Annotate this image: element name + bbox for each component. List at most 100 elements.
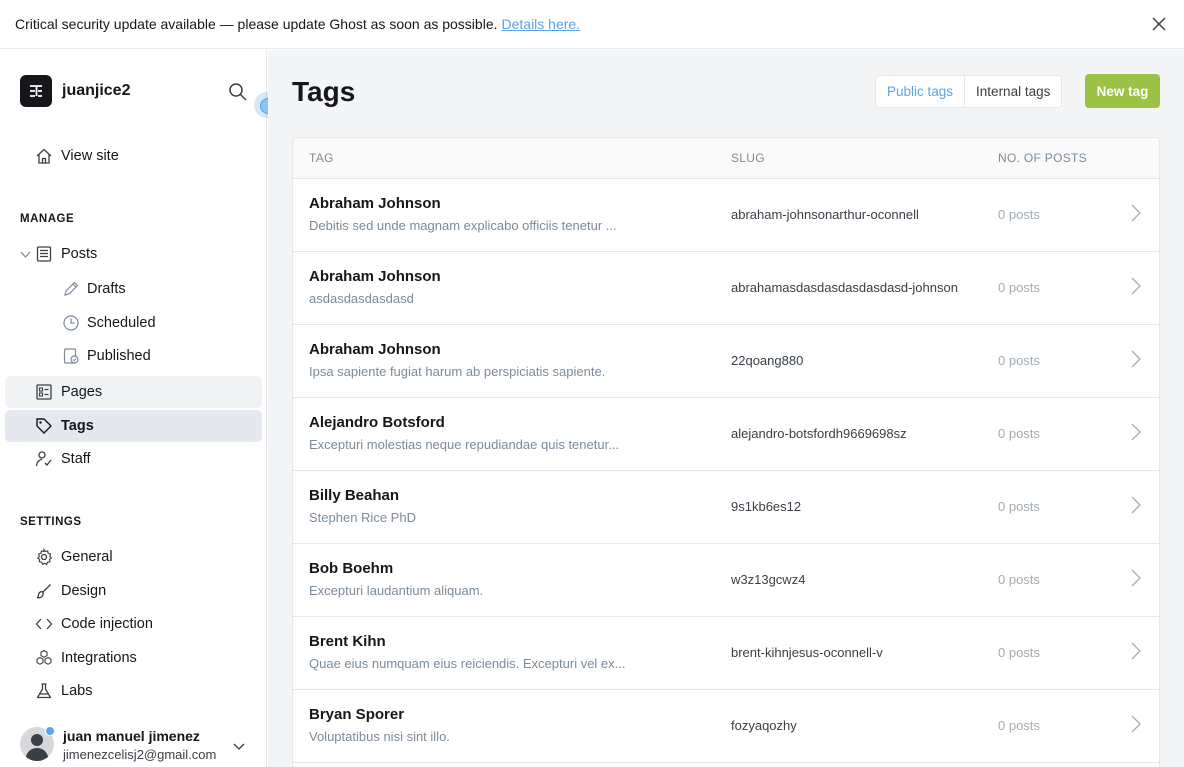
pencil-icon (64, 281, 79, 296)
flask-icon (36, 683, 52, 699)
drafts-label: Drafts (87, 281, 126, 297)
page-title: Tags (292, 76, 356, 107)
tag-post-count: 0 posts (998, 572, 1040, 587)
tag-post-count: 0 posts (998, 353, 1040, 368)
table-row[interactable]: Billy Beahan Stephen Rice PhD 9s1kb6es12… (293, 471, 1159, 544)
tag-post-count: 0 posts (998, 426, 1040, 441)
alert-details-link[interactable]: Details here. (502, 16, 581, 32)
sidebar-item-tags[interactable]: Tags (5, 410, 262, 442)
main-content: Tags Public tags Internal tags New tag T… (268, 50, 1184, 767)
column-header-slug: SLUG (731, 151, 765, 165)
sidebar-item-integrations[interactable]: Integrations (5, 642, 262, 674)
tag-description: Stephen Rice PhD (309, 510, 416, 525)
sidebar-item-labs[interactable]: Labs (5, 675, 262, 707)
settings-section-title: SETTINGS (20, 516, 82, 528)
security-alert-banner: Critical security update available — ple… (0, 0, 1184, 49)
tag-name: Bryan Sporer (309, 706, 405, 723)
site-logo-icon (20, 75, 52, 107)
tag-name: Brent Kihn (309, 633, 386, 650)
design-label: Design (61, 583, 107, 599)
table-row[interactable]: Alejandro Botsford Excepturi molestias n… (293, 398, 1159, 471)
chevron-right-icon (1131, 277, 1141, 295)
tag-name: Bob Boehm (309, 560, 394, 577)
general-label: General (61, 549, 113, 565)
table-row[interactable]: Bryan Sporer Voluptatibus nisi sint illo… (293, 690, 1159, 763)
pages-icon (36, 384, 52, 400)
view-site-label: View site (61, 148, 119, 164)
chevron-down-icon[interactable] (232, 739, 246, 753)
tag-type-toggle: Public tags Internal tags (875, 75, 1063, 108)
sidebar-item-drafts[interactable]: Drafts (5, 273, 262, 305)
chevron-right-icon (1131, 715, 1141, 733)
chevron-right-icon (1131, 423, 1141, 441)
tag-post-count: 0 posts (998, 499, 1040, 514)
site-name: juanjice2 (62, 82, 131, 99)
brush-icon (36, 584, 51, 599)
tag-description: Excepturi laudantium aliquam. (309, 583, 484, 598)
alert-message: Critical security update available — ple… (15, 16, 498, 32)
sidebar-item-scheduled[interactable]: Scheduled (5, 307, 262, 339)
table-row[interactable]: Abraham Johnson Debitis sed unde magnam … (293, 179, 1159, 252)
public-tags-tab[interactable]: Public tags (876, 76, 966, 107)
pages-label: Pages (61, 384, 103, 400)
tag-post-count: 0 posts (998, 645, 1040, 660)
gear-icon (36, 548, 53, 566)
chevron-right-icon (1131, 204, 1141, 222)
posts-label: Posts (61, 246, 98, 262)
notification-dot (45, 726, 55, 736)
close-icon[interactable] (1150, 15, 1168, 33)
search-icon[interactable] (228, 82, 248, 102)
tag-description: Excepturi molestias neque repudiandae qu… (309, 437, 620, 452)
labs-label: Labs (61, 683, 93, 699)
table-row[interactable]: Abraham Johnson Ipsa sapiente fugiat har… (293, 325, 1159, 398)
view-site-link[interactable]: View site (5, 140, 262, 172)
site-brand[interactable]: juanjice2 (20, 75, 130, 107)
sidebar-item-general[interactable]: General (5, 541, 262, 573)
staff-label: Staff (61, 451, 91, 467)
sidebar-item-posts[interactable]: Posts (5, 238, 262, 270)
column-header-tag: TAG (309, 151, 334, 165)
user-email: jimenezcelisj2@gmail.com (63, 747, 217, 762)
table-row[interactable]: Brent Kihn Quae eius numquam eius reicie… (293, 617, 1159, 690)
chevron-down-icon[interactable] (20, 249, 31, 260)
tag-post-count: 0 posts (998, 207, 1040, 222)
new-tag-button[interactable]: New tag (1085, 74, 1160, 108)
manage-section-title: MANAGE (20, 213, 75, 225)
tag-description: Ipsa sapiente fugiat harum ab perspiciat… (309, 364, 606, 379)
integrations-icon (36, 649, 52, 665)
table-header: TAG SLUG NO. OF POSTS (293, 138, 1159, 179)
table-row[interactable]: Bob Boehm Excepturi laudantium aliquam. … (293, 544, 1159, 617)
tag-name: Abraham Johnson (309, 195, 441, 212)
user-menu[interactable]: juan manuel jimenez jimenezcelisj2@gmail… (20, 726, 260, 767)
tag-slug: 22qoang880 (731, 353, 804, 368)
tag-icon (36, 418, 52, 434)
sidebar-item-code-injection[interactable]: Code injection (5, 608, 262, 640)
published-icon (63, 348, 79, 364)
tag-name: Billy Beahan (309, 487, 400, 504)
tag-description: Quae eius numquam eius reiciendis. Excep… (309, 656, 626, 671)
posts-icon (36, 246, 52, 262)
table-row[interactable]: Abraham Johnson asdasdasdasdasd abrahama… (293, 252, 1159, 325)
tag-description: asdasdasdasdasd (309, 291, 414, 306)
tag-slug: abrahamasdasdasdasdasdasd-johnson (731, 280, 958, 295)
sidebar: juanjice2 View site MANAGE Posts Drafts … (0, 50, 267, 767)
sidebar-item-design[interactable]: Design (5, 575, 262, 607)
tag-description: Debitis sed unde magnam explicabo offici… (309, 218, 617, 233)
tag-slug: fozyaqozhy (731, 718, 797, 733)
tag-post-count: 0 posts (998, 280, 1040, 295)
tag-slug: alejandro-botsfordh9669698sz (731, 426, 907, 441)
staff-icon (35, 451, 52, 467)
chevron-right-icon (1131, 642, 1141, 660)
tags-table: TAG SLUG NO. OF POSTS Abraham Johnson De… (292, 137, 1160, 767)
tag-name: Abraham Johnson (309, 341, 441, 358)
sidebar-item-published[interactable]: Published (5, 340, 262, 372)
clock-icon (63, 315, 79, 331)
chevron-right-icon (1131, 496, 1141, 514)
sidebar-item-pages[interactable]: Pages (5, 376, 262, 408)
sidebar-item-staff[interactable]: Staff (5, 443, 262, 475)
tag-name: Abraham Johnson (309, 268, 441, 285)
user-name: juan manuel jimenez (63, 728, 200, 744)
internal-tags-tab[interactable]: Internal tags (965, 76, 1061, 107)
published-label: Published (87, 348, 151, 364)
integrations-label: Integrations (61, 650, 137, 666)
